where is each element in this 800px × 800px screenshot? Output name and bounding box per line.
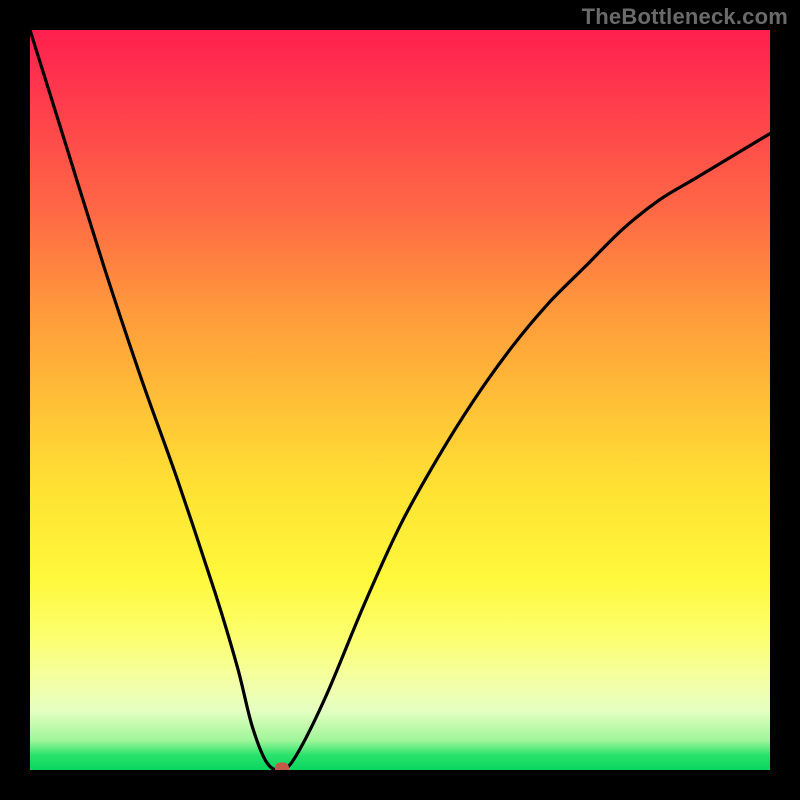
minimum-marker xyxy=(275,763,289,771)
watermark-text: TheBottleneck.com xyxy=(582,4,788,30)
plot-area xyxy=(30,30,770,770)
bottleneck-curve xyxy=(30,30,770,770)
chart-frame: TheBottleneck.com xyxy=(0,0,800,800)
